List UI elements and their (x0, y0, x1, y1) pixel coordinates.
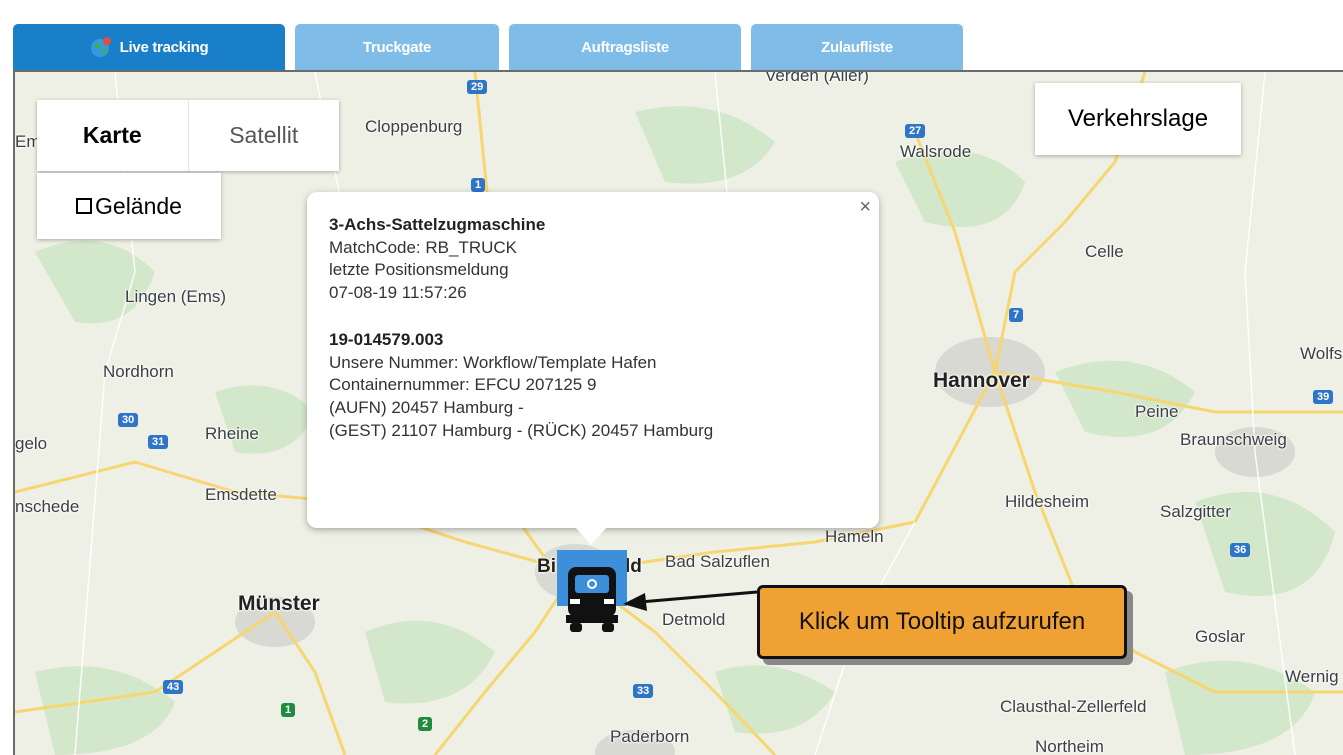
map-label: Wolfs (1300, 344, 1343, 363)
map-label: Wernig (1285, 667, 1339, 686)
matchcode: MatchCode: RB_TRUCK (329, 237, 518, 257)
map-label-bielefeld-end: ld (625, 556, 642, 577)
our-number: Unsere Nummer: Workflow/Template Hafen (329, 352, 657, 372)
map-type-map-button[interactable]: Karte (37, 100, 189, 171)
map-label: Clausthal-Zellerfeld (1000, 697, 1147, 716)
position-timestamp: 07-08-19 11:57:26 (329, 283, 467, 303)
map-label: Salzgitter (1160, 502, 1231, 521)
road-shield: 7 (1009, 308, 1024, 322)
globe-icon (90, 37, 111, 57)
map-label: Hildesheim (1005, 492, 1090, 511)
road-shield: 27 (905, 124, 926, 138)
terrain-label: Gelände (95, 192, 182, 219)
map-label: Hameln (825, 527, 884, 546)
info-window: × 3-Achs-Sattelzugmaschine MatchCode: RB… (307, 192, 879, 545)
map-label: Nordhorn (103, 362, 174, 381)
tab-truckgate[interactable]: Truckgate (295, 24, 499, 70)
route-aufn: (AUFN) 20457 Hamburg - (329, 397, 524, 417)
map-label: Paderborn (610, 727, 690, 746)
info-window-tail (576, 528, 606, 545)
tab-label: Live tracking (119, 38, 209, 56)
map-label-muenster: Münster (238, 592, 320, 615)
tab-label: Auftragsliste (581, 38, 669, 56)
tab-bar: Live tracking Truckgate Auftragsliste Zu… (0, 0, 1343, 70)
route-gest-rueck: (GEST) 21107 Hamburg - (RÜCK) 20457 Hamb… (329, 420, 714, 440)
road-shield: 29 (467, 80, 488, 94)
map-label: Celle (1085, 242, 1124, 261)
map-label: gelo (15, 434, 48, 453)
map-label: Detmold (662, 610, 726, 629)
tab-label: Truckgate (362, 38, 432, 56)
map-label: Verden (Aller) (765, 70, 869, 85)
container-number: Containernummer: EFCU 207125 9 (329, 375, 597, 395)
map-label-hannover: Hannover (933, 369, 1030, 392)
traffic-button[interactable]: Verkehrslage (1035, 83, 1241, 155)
road-shield: 36 (1230, 543, 1251, 557)
tab-auftragsliste[interactable]: Auftragsliste (509, 24, 741, 70)
order-number: 19-014579.003 (329, 329, 444, 349)
position-label: letzte Positionsmeldung (329, 260, 509, 280)
vehicle-type: 3-Achs-Sattelzugmaschine (329, 215, 546, 234)
map-label: Goslar (1195, 627, 1246, 646)
map-type-control: Karte Satellit (37, 100, 339, 171)
map-label: Bad Salzuflen (665, 552, 770, 571)
road-shield: 1 (281, 703, 296, 717)
map-label: Cloppenburg (365, 117, 463, 136)
tab-zulaufliste[interactable]: Zulaufliste (751, 24, 963, 70)
checkbox-icon[interactable] (76, 198, 93, 214)
map-label: nschede (15, 497, 80, 516)
tab-label: Zulaufliste (821, 38, 893, 56)
road-shield: 33 (633, 684, 654, 698)
close-icon[interactable]: × (859, 196, 871, 219)
terrain-toggle[interactable]: Gelände (37, 173, 221, 239)
road-shield: 2 (418, 717, 433, 731)
tab-live-tracking[interactable]: Live tracking (13, 24, 285, 70)
road-shield: 30 (118, 413, 139, 427)
road-shield: 43 (163, 680, 184, 694)
road-shield: 31 (148, 435, 169, 449)
map-label: Braunschweig (1180, 430, 1287, 449)
hint-callout: Klick um Tooltip aufzurufen (757, 585, 1127, 659)
map-label: Northeim (1035, 737, 1104, 755)
map-label: Rheine (205, 424, 259, 443)
road-shield: 39 (1313, 390, 1334, 404)
map-label: Walsrode (900, 142, 972, 161)
map-label: Emsdette (205, 485, 277, 504)
info-window-content: 3-Achs-Sattelzugmaschine MatchCode: RB_T… (329, 214, 857, 442)
map-area[interactable]: Cloppenburg Walsrode Celle Lingen (Ems) … (13, 70, 1343, 755)
map-label: Lingen (Ems) (125, 287, 227, 306)
map-label-bielefeld-start: Bi (537, 556, 556, 577)
map-label: Peine (1135, 402, 1179, 421)
truck-icon[interactable] (564, 565, 620, 633)
road-shield: 1 (471, 178, 486, 192)
map-type-satellite-button[interactable]: Satellit (189, 100, 340, 171)
